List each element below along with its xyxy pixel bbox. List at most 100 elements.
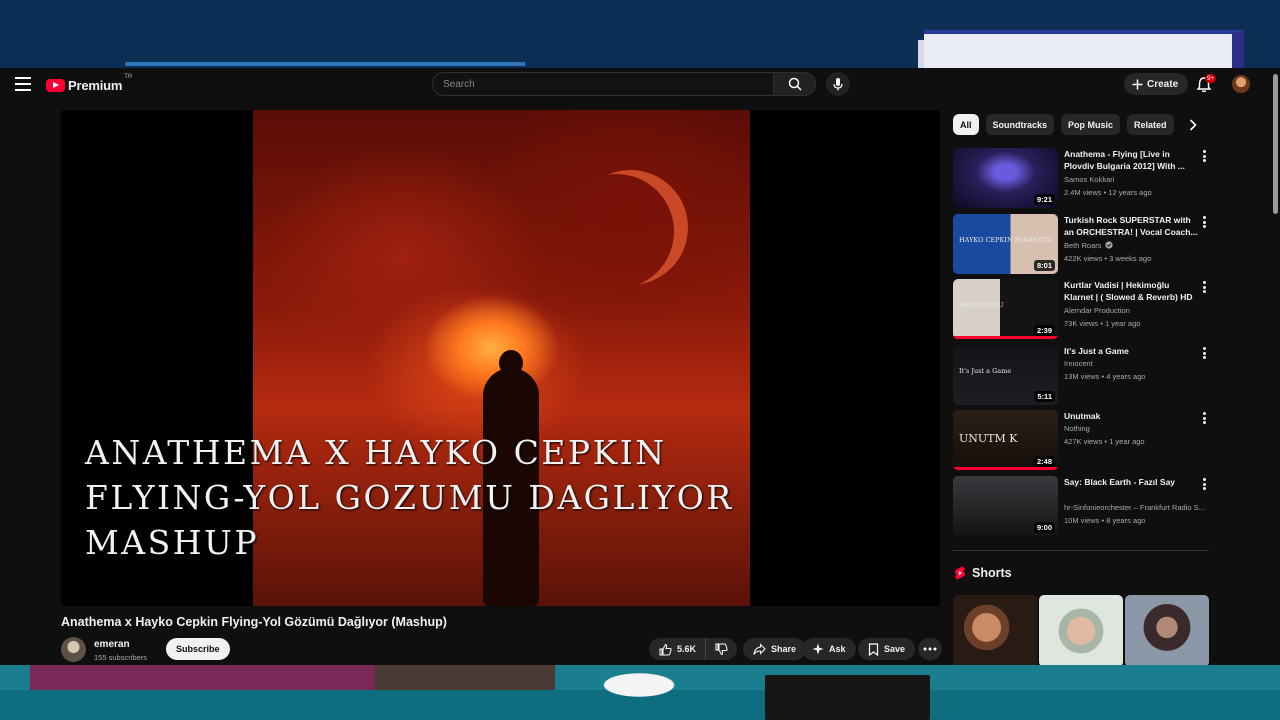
recommended-video-title[interactable]: Turkish Rock SUPERSTAR with an ORCHESTRA…: [1064, 214, 1198, 238]
create-button[interactable]: Create: [1124, 73, 1189, 95]
shorts-thumbnail[interactable]: [1039, 595, 1123, 665]
dislike-button[interactable]: [706, 638, 738, 660]
thumbnail-text: HAYKO CEPKIN PARANOYA: [959, 236, 1053, 244]
recommended-channel[interactable]: Innocent: [1064, 359, 1209, 368]
menu-icon[interactable]: [15, 77, 31, 91]
channel-label: Alemdar Production: [1064, 306, 1130, 315]
recommended-channel[interactable]: Nothing: [1064, 424, 1209, 433]
create-label: Create: [1147, 78, 1179, 90]
channel-label: Beth Roars: [1064, 241, 1102, 250]
like-dislike-group: 5.6K: [649, 638, 738, 660]
recommended-video[interactable]: UNUTM K 2:48 Unutmak Nothing 427K views • 1 …: [953, 410, 1213, 470]
background-bar: [125, 62, 525, 66]
search-icon: [788, 77, 802, 91]
channel-label: Innocent: [1064, 359, 1093, 368]
masthead: Premium TR Create 9+: [0, 68, 1280, 101]
recommended-video-title[interactable]: Say: Black Earth - Fazıl Say: [1064, 476, 1198, 488]
microphone-icon: [833, 78, 843, 91]
recommended-video[interactable]: 9:00 Say: Black Earth - Fazıl Say hr-Sinfo…: [953, 476, 1213, 536]
chip-soundtracks[interactable]: Soundtracks: [985, 114, 1055, 135]
video-thumbnail[interactable]: UNUTM K 2:48: [953, 410, 1058, 470]
more-vertical-icon[interactable]: [1201, 150, 1207, 164]
recommended-video-title[interactable]: Unutmak: [1064, 410, 1198, 422]
taskbar-strip: [375, 665, 555, 690]
chip-related[interactable]: Related: [1127, 114, 1174, 135]
section-divider: [953, 550, 1209, 551]
shorts-header: Shorts: [954, 566, 1012, 580]
more-vertical-icon[interactable]: [1201, 216, 1207, 230]
background-window: [918, 30, 1244, 70]
recommended-channel[interactable]: Samos Kokkari: [1064, 175, 1209, 184]
voice-search-button[interactable]: [826, 72, 850, 96]
share-label: Share: [771, 644, 797, 654]
video-duration: 9:21: [1033, 194, 1055, 205]
channel-avatar[interactable]: [61, 637, 86, 662]
recommended-video-title[interactable]: Kurtlar Vadisi | Hekimoğlu Klarnet | ( S…: [1064, 279, 1198, 303]
ask-action: Ask: [802, 638, 856, 660]
bookmark-icon: [868, 642, 879, 656]
search-input[interactable]: [432, 72, 774, 96]
more-action: [918, 638, 942, 660]
video-duration: 2:39: [1033, 325, 1055, 336]
sparkle-icon: [812, 643, 824, 655]
video-player[interactable]: ANATHEMA X HAYKO CEPKIN FLYING-YOL GOZUM…: [61, 110, 940, 606]
page-scrollbar[interactable]: [1270, 68, 1280, 665]
recommended-channel[interactable]: Beth Roars: [1064, 241, 1209, 250]
like-button[interactable]: 5.6K: [649, 638, 707, 660]
overlay-line: MASHUP: [85, 523, 260, 562]
more-vertical-icon[interactable]: [1201, 281, 1207, 295]
shorts-thumbnail[interactable]: [1125, 595, 1209, 665]
logo-text: Premium: [68, 77, 123, 93]
recommended-video[interactable]: HEKIMOĞLU 2:39 Kurtlar Vadisi | Hekimoğlu …: [953, 279, 1213, 339]
more-vertical-icon[interactable]: [1201, 478, 1207, 492]
thumbnail-text: UNUTM K: [959, 432, 1018, 445]
video-duration: 5:11: [1034, 391, 1055, 402]
recommended-channel[interactable]: hr-Sinfonieorchester – Frankfurt Radio S…: [1064, 503, 1209, 512]
video-thumbnail[interactable]: It's Just a Game 5:11: [953, 345, 1058, 405]
thumbs-down-icon: [715, 643, 728, 655]
subscriber-count: 155 subscribers: [94, 653, 147, 662]
channel-name[interactable]: emeran: [94, 639, 130, 650]
channel-label: hr-Sinfonieorchester – Frankfurt Radio S…: [1064, 503, 1205, 512]
verified-icon: [1104, 241, 1113, 249]
more-vertical-icon[interactable]: [1201, 347, 1207, 361]
recommended-video-title[interactable]: Anathema - Flying [Live in Plovdiv Bulga…: [1064, 148, 1198, 172]
ask-button[interactable]: Ask: [802, 638, 856, 660]
chip-all[interactable]: All: [953, 114, 979, 135]
video-thumbnail[interactable]: 9:21: [953, 148, 1058, 208]
search-button[interactable]: [774, 72, 816, 96]
recommended-meta: 13M views • 4 years ago: [1064, 372, 1146, 381]
like-count: 5.6K: [677, 644, 697, 654]
channel-label: Nothing: [1064, 424, 1090, 433]
thumbnail-text: It's Just a Game: [959, 367, 1012, 375]
recommended-meta: 422K views • 3 weeks ago: [1064, 254, 1152, 263]
share-icon: [753, 642, 766, 655]
more-vertical-icon[interactable]: [1201, 412, 1207, 426]
youtube-logo[interactable]: Premium TR: [46, 74, 133, 94]
shorts-heading: Shorts: [972, 566, 1012, 580]
chip-pop-music[interactable]: Pop Music: [1061, 114, 1121, 135]
video-thumbnail[interactable]: HAYKO CEPKIN PARANOYA 8:01: [953, 214, 1058, 274]
more-actions-button[interactable]: [918, 638, 942, 660]
subscribe-button[interactable]: Subscribe: [166, 638, 230, 660]
recommended-video[interactable]: It's Just a Game 5:11 It's Just a Game Inno…: [953, 345, 1213, 405]
logo-country-code: TR: [124, 74, 133, 80]
video-thumbnail[interactable]: HEKIMOĞLU 2:39: [953, 279, 1058, 339]
recommended-video-title[interactable]: It's Just a Game: [1064, 345, 1198, 357]
watch-progress-bar: [953, 336, 1058, 339]
account-avatar[interactable]: [1232, 75, 1250, 93]
video-duration: 2:48: [1033, 456, 1055, 467]
thumbs-up-icon: [659, 643, 672, 655]
more-horizontal-icon: [923, 647, 937, 651]
overlay-line: ANATHEMA X HAYKO CEPKIN: [85, 433, 667, 472]
save-button[interactable]: Save: [858, 638, 916, 660]
scrollbar-thumb[interactable]: [1273, 74, 1278, 214]
share-button[interactable]: Share: [743, 638, 807, 660]
chevron-right-icon[interactable]: [1185, 117, 1201, 133]
shorts-thumbnail[interactable]: [953, 595, 1037, 665]
ask-label: Ask: [829, 644, 846, 654]
video-thumbnail[interactable]: 9:00: [953, 476, 1058, 536]
recommended-video[interactable]: 9:21 Anathema - Flying [Live in Plovdiv B…: [953, 148, 1213, 208]
recommended-channel[interactable]: Alemdar Production: [1064, 306, 1209, 315]
recommended-video[interactable]: HAYKO CEPKIN PARANOYA 8:01 Turkish Rock SU…: [953, 214, 1213, 274]
